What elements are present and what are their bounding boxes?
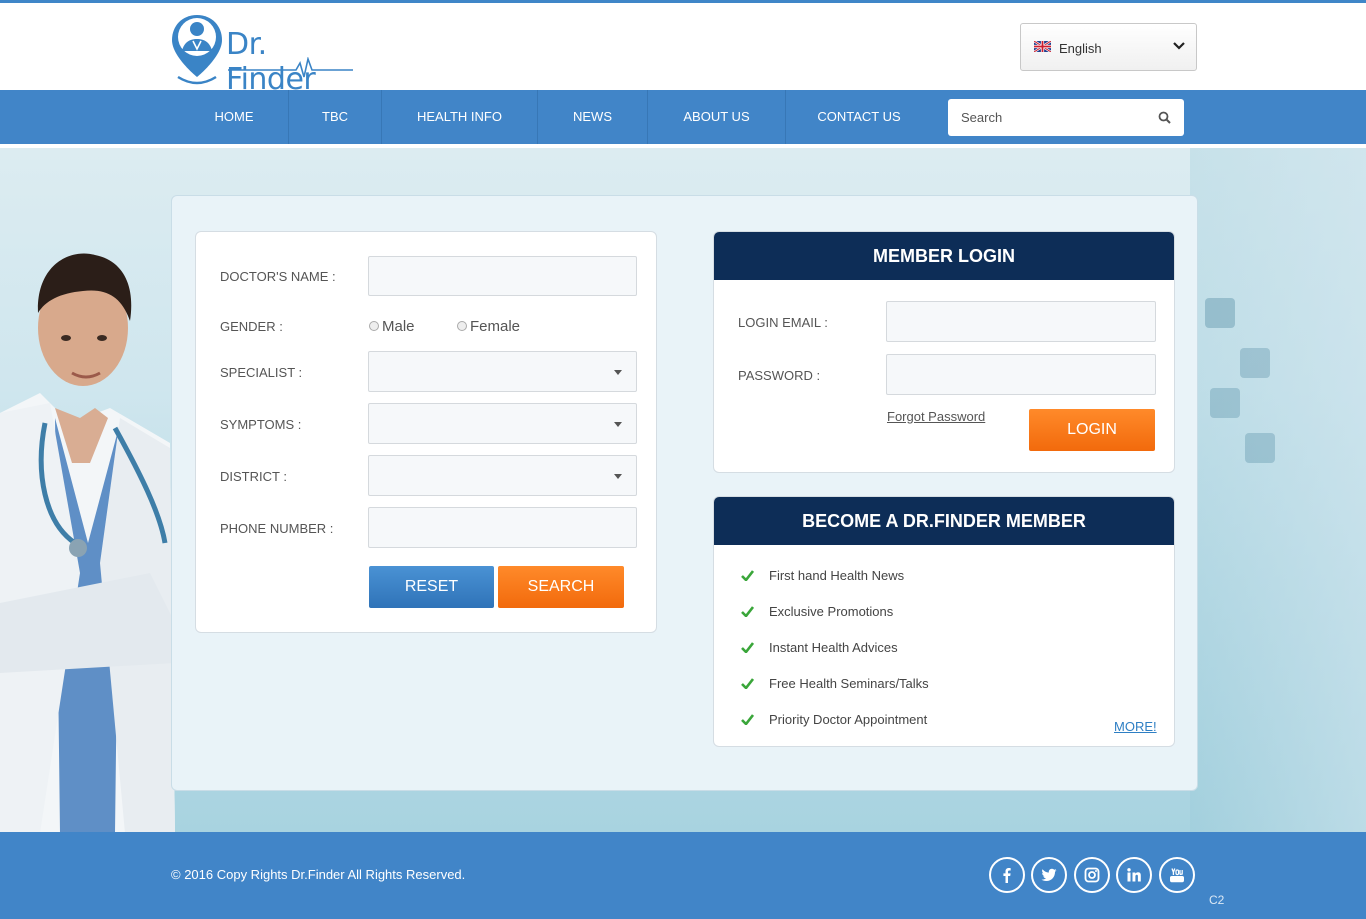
- symptoms-label: SYMPTOMS :: [220, 417, 302, 432]
- chevron-down-icon: [1173, 42, 1185, 50]
- login-button[interactable]: LOGIN: [1029, 409, 1155, 451]
- hero-blur-shape: [1240, 348, 1270, 378]
- instagram-icon[interactable]: [1074, 857, 1110, 893]
- benefit-text: Instant Health Advices: [769, 640, 898, 655]
- gender-male-radio[interactable]: [369, 321, 379, 331]
- gender-female-label: Female: [470, 318, 521, 335]
- nav-news[interactable]: NEWS: [538, 90, 647, 144]
- benefit-text: Exclusive Promotions: [769, 604, 894, 619]
- copyright-text: © 2016 Copy Rights Dr.Finder All Rights …: [171, 867, 466, 882]
- facebook-icon[interactable]: [989, 857, 1025, 893]
- specialist-select[interactable]: [368, 351, 637, 392]
- benefit-text: First hand Health News: [769, 568, 905, 583]
- language-selector[interactable]: English: [1020, 23, 1197, 71]
- check-icon: [741, 714, 754, 725]
- nav-contact-us[interactable]: CONTACT US: [786, 90, 932, 144]
- caret-down-icon: [614, 370, 622, 375]
- member-login-title: MEMBER LOGIN: [714, 232, 1174, 280]
- check-icon: [741, 642, 754, 653]
- login-email-input[interactable]: [886, 301, 1156, 342]
- benefit-text: Free Health Seminars/Talks: [769, 676, 929, 691]
- main-nav: HOME TBC HEALTH INFO NEWS ABOUT US CONTA…: [0, 90, 1366, 144]
- password-input[interactable]: [886, 354, 1156, 395]
- logo[interactable]: Dr. Finder: [170, 13, 360, 97]
- specialist-label: SPECIALIST :: [220, 365, 303, 380]
- hero-blur-shape: [1205, 298, 1235, 328]
- reset-button[interactable]: RESET: [369, 566, 494, 608]
- search-icon[interactable]: [1158, 111, 1171, 124]
- site-header: Dr. Finder English: [0, 3, 1366, 97]
- nav-about-us[interactable]: ABOUT US: [648, 90, 785, 144]
- check-icon: [741, 570, 754, 581]
- symptoms-select[interactable]: [368, 403, 637, 444]
- district-label: DISTRICT :: [220, 469, 287, 484]
- membership-card: BECOME A DR.FINDER MEMBER: [713, 496, 1175, 747]
- gender-male-label: Male: [382, 318, 415, 335]
- hero-blur-overlay: [1190, 148, 1366, 832]
- doctor-name-input[interactable]: [368, 256, 637, 296]
- twitter-icon[interactable]: [1031, 857, 1067, 893]
- caret-down-icon: [614, 422, 622, 427]
- doctor-name-label: DOCTOR'S NAME :: [220, 269, 336, 284]
- heartbeat-line-icon: [228, 57, 353, 78]
- search-input[interactable]: [948, 99, 1148, 136]
- nav-health-info[interactable]: HEALTH INFO: [382, 90, 537, 144]
- nav-search-box: [948, 99, 1184, 136]
- hero-blur-shape: [1245, 433, 1275, 463]
- doctor-pin-icon: [172, 15, 222, 85]
- password-label: PASSWORD :: [738, 368, 821, 383]
- more-link[interactable]: MORE!: [1114, 719, 1157, 734]
- nav-home[interactable]: HOME: [180, 90, 288, 144]
- login-email-label: LOGIN EMAIL :: [738, 315, 828, 330]
- site-footer: © 2016 Copy Rights Dr.Finder All Rights …: [0, 832, 1366, 919]
- phone-number-label: PHONE NUMBER :: [220, 521, 334, 536]
- doctor-illustration: [0, 253, 175, 832]
- nav-tbc[interactable]: TBC: [289, 90, 381, 144]
- linkedin-icon[interactable]: [1116, 857, 1152, 893]
- uk-flag-icon: [1034, 41, 1051, 52]
- check-icon: [741, 678, 754, 689]
- gender-label: GENDER :: [220, 319, 283, 334]
- search-button[interactable]: SEARCH: [498, 566, 624, 608]
- caret-down-icon: [614, 474, 622, 479]
- gender-female-radio[interactable]: [457, 321, 467, 331]
- phone-number-input[interactable]: [368, 507, 637, 548]
- hero-blur-shape: [1210, 388, 1240, 418]
- language-label: English: [1059, 41, 1102, 56]
- footer-code: C2: [1209, 893, 1225, 907]
- benefit-text: Priority Doctor Appointment: [769, 712, 928, 727]
- check-icon: [741, 606, 754, 617]
- youtube-icon[interactable]: [1159, 857, 1195, 893]
- district-select[interactable]: [368, 455, 637, 496]
- membership-title: BECOME A DR.FINDER MEMBER: [714, 497, 1174, 545]
- forgot-password-link[interactable]: Forgot Password: [887, 409, 985, 424]
